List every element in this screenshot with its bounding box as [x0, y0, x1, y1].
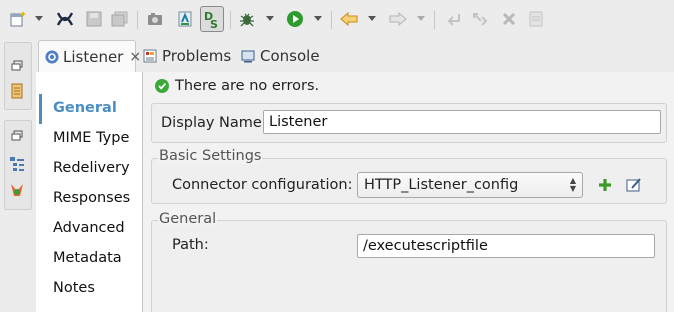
properties-icon[interactable]: [526, 9, 546, 29]
save-icon[interactable]: [84, 9, 104, 29]
display-name-label: Display Name:: [161, 115, 267, 131]
connector-configuration-label: Connector configuration:: [172, 177, 353, 193]
edit-connector-icon[interactable]: [626, 177, 642, 193]
new-wizard-icon[interactable]: [8, 9, 28, 29]
new-dropdown-icon[interactable]: [33, 13, 45, 25]
validation-status: There are no errors.: [155, 78, 319, 94]
editor-tab-bar: Listener × Problems Console: [36, 40, 674, 72]
redo-icon[interactable]: [470, 9, 490, 29]
tab-label: Listener: [63, 47, 124, 66]
tab-console[interactable]: Console: [240, 40, 320, 72]
svg-text:S: S: [210, 18, 218, 29]
run-icon[interactable]: [285, 9, 305, 29]
properties-form: There are no errors. Display Name: Liste…: [142, 72, 674, 312]
connector-configuration-value: HTTP_Listener_config: [364, 177, 519, 193]
debug-dropdown-icon[interactable]: [264, 13, 276, 25]
display-name-input[interactable]: Listener: [263, 110, 661, 134]
select-arrows-icon: ▲ ▼: [569, 176, 576, 193]
connector-configuration-select[interactable]: HTTP_Listener_config ▲ ▼: [357, 172, 583, 198]
run-dropdown-icon[interactable]: [312, 13, 324, 25]
nav-item-mime-type[interactable]: MIME Type: [53, 130, 129, 146]
nav-item-redelivery[interactable]: Redelivery: [53, 160, 130, 176]
display-name-group: Display Name: Listener: [151, 103, 667, 143]
success-check-icon: [155, 79, 169, 93]
camera-icon[interactable]: [145, 9, 165, 29]
tab-listener[interactable]: Listener ×: [38, 40, 141, 72]
forward-dropdown-icon[interactable]: [415, 13, 427, 25]
listener-icon: [45, 49, 59, 65]
nav-active-indicator: [39, 94, 42, 124]
mule-icon[interactable]: [55, 9, 75, 29]
tab-label: Console: [260, 47, 320, 65]
deploy-icon[interactable]: [175, 9, 195, 29]
tab-label: Problems: [162, 47, 232, 65]
forward-icon[interactable]: [388, 9, 408, 29]
restore-icon[interactable]: [9, 58, 25, 74]
debug-icon[interactable]: [237, 9, 257, 29]
back-icon[interactable]: [339, 9, 359, 29]
dataweave-button[interactable]: DS: [200, 6, 224, 32]
status-text: There are no errors.: [175, 78, 320, 94]
console-icon: [240, 48, 256, 64]
close-icon[interactable]: ×: [129, 49, 141, 65]
nav-item-general[interactable]: General: [53, 100, 117, 116]
minimized-stack-top: [4, 42, 32, 110]
outline-icon[interactable]: [9, 156, 25, 172]
nav-item-responses[interactable]: Responses: [53, 190, 130, 206]
delete-icon[interactable]: [499, 9, 519, 29]
add-connector-icon[interactable]: [597, 177, 613, 193]
package-explorer-icon[interactable]: [9, 83, 25, 99]
main-toolbar: DS: [0, 0, 674, 40]
nav-item-advanced[interactable]: Advanced: [53, 220, 125, 236]
nav-item-metadata[interactable]: Metadata: [53, 250, 122, 266]
basic-settings-title: Basic Settings: [158, 148, 263, 164]
tab-problems[interactable]: Problems: [142, 40, 231, 72]
mule-palette-icon[interactable]: [9, 182, 25, 198]
minimized-views-strip: [0, 40, 36, 312]
restore-icon[interactable]: [9, 128, 25, 144]
nav-item-notes[interactable]: Notes: [53, 280, 95, 296]
listener-editor: General MIME Type Redelivery Responses A…: [36, 72, 674, 312]
properties-nav: General MIME Type Redelivery Responses A…: [36, 72, 142, 312]
path-input[interactable]: /executescriptfile: [357, 234, 655, 258]
problems-icon: [142, 48, 158, 64]
undo-icon[interactable]: [443, 9, 463, 29]
basic-settings-group: Connector configuration: HTTP_Listener_c…: [151, 158, 667, 204]
back-dropdown-icon[interactable]: [366, 13, 378, 25]
path-label: Path:: [172, 237, 209, 253]
general-group-title: General: [158, 211, 218, 227]
save-all-icon[interactable]: [110, 9, 130, 29]
general-group: Path: /executescriptfile: [151, 220, 667, 312]
